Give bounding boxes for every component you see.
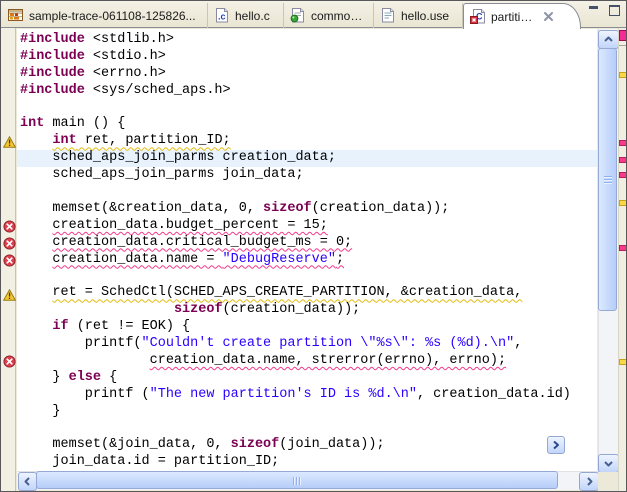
- warning-overview-mark[interactable]: [619, 72, 627, 78]
- code-line-18[interactable]: if (ret != EOK) {: [17, 319, 597, 336]
- error-overview-mark[interactable]: [619, 172, 627, 178]
- blue-chevron-button[interactable]: [547, 436, 565, 454]
- chevron-down-icon: [604, 460, 613, 467]
- tab-hello-use[interactable]: hello.use: [374, 3, 463, 28]
- error-overview-mark[interactable]: [619, 140, 627, 146]
- code-line-3[interactable]: #include <errno.h>: [17, 66, 597, 83]
- code-line-26[interactable]: join_data.id = partition_ID;: [17, 454, 597, 471]
- tab-strip: sample-trace-061108-125826... .c hello.c co…: [2, 3, 581, 28]
- code-line-8[interactable]: sched_aps_join_parms creation_data;: [17, 150, 597, 167]
- error-marker-icon[interactable]: [3, 254, 15, 266]
- thumb-grip: [604, 176, 612, 184]
- code-line-16[interactable]: ret = SchedCtl(SCHED_APS_CREATE_PARTITIO…: [17, 285, 597, 302]
- tab-close-icon[interactable]: [543, 11, 554, 23]
- tab-label: hello.c: [235, 9, 270, 23]
- code-line-7[interactable]: int ret, partition_ID;: [17, 133, 597, 150]
- tab-sample-trace-061108-125826-[interactable]: sample-trace-061108-125826...: [2, 3, 208, 28]
- code-line-24[interactable]: [17, 420, 597, 437]
- text-file-icon: [380, 8, 396, 23]
- maximize-icon[interactable]: [608, 4, 621, 15]
- thumb-grip: [293, 477, 301, 485]
- vertical-scrollbar-thumb[interactable]: [598, 48, 617, 311]
- error-squiggle: creation_data.name = "DebugReserve";: [52, 252, 344, 267]
- code-line-19[interactable]: printf("Couldn't create partition \"%s\"…: [17, 336, 597, 353]
- scroll-down-button[interactable]: [598, 454, 619, 473]
- error-marker-icon[interactable]: [3, 220, 15, 232]
- code-line-20[interactable]: creation_data.name, strerror(errno), err…: [17, 353, 597, 370]
- error-squiggle: creation_data.budget_percent = 15;: [52, 218, 327, 233]
- warning-squiggle: int ret, partition_ID;: [52, 133, 230, 148]
- chevron-right-icon: [586, 477, 593, 486]
- c-file-icon: .c: [214, 8, 230, 23]
- code-area[interactable]: #include <stdlib.h>#include <stdio.h>#in…: [17, 29, 597, 474]
- error-marker-icon[interactable]: [3, 355, 15, 367]
- marker-gutter: [1, 28, 16, 491]
- code-line-22[interactable]: printf ("The new partition's ID is %d.\n…: [17, 387, 597, 404]
- warning-overview-mark[interactable]: [619, 359, 627, 365]
- tab-partitions[interactable]: Cpartitions: [463, 3, 581, 29]
- code-line-9[interactable]: sched_aps_join_parms join_data;: [17, 167, 597, 184]
- trace-grid-icon: [8, 8, 24, 23]
- error-squiggle: creation_data.name, strerror(errno), err…: [150, 353, 506, 368]
- code-line-14[interactable]: creation_data.name = "DebugReserve";: [17, 252, 597, 269]
- tab-hello-c[interactable]: .c hello.c: [208, 3, 284, 28]
- error-indicator-icon[interactable]: [619, 30, 627, 41]
- warning-squiggle: ret = SchedCtl(SCHED_APS_CREATE_PARTITIO…: [52, 285, 522, 300]
- code-line-5[interactable]: [17, 100, 597, 117]
- code-line-11[interactable]: memset(&creation_data, 0, sizeof(creatio…: [17, 201, 597, 218]
- code-line-4[interactable]: #include <sys/sched_aps.h>: [17, 83, 597, 100]
- code-line-23[interactable]: }: [17, 404, 597, 421]
- minimize-icon[interactable]: [588, 4, 601, 15]
- horizontal-scrollbar-thumb[interactable]: [36, 471, 558, 489]
- code-line-2[interactable]: #include <stdio.h>: [17, 49, 597, 66]
- code-line-17[interactable]: sizeof(creation_data));: [17, 302, 597, 319]
- scroll-up-button[interactable]: [598, 30, 619, 49]
- scroll-right-button[interactable]: [579, 472, 599, 491]
- code-line-21[interactable]: } else {: [17, 370, 597, 387]
- error-squiggle: creation_data.critical_budget_ms = 0;: [52, 235, 352, 250]
- c-file-error-icon: C: [470, 9, 486, 24]
- svg-text:.c: .c: [218, 12, 226, 22]
- scroll-left-button[interactable]: [18, 472, 37, 491]
- tab-label: common.mk: [311, 9, 367, 23]
- error-marker-icon[interactable]: [3, 237, 15, 249]
- code-line-13[interactable]: creation_data.critical_budget_ms = 0;: [17, 235, 597, 252]
- editor-tab-bar: sample-trace-061108-125826... .c hello.c co…: [1, 1, 626, 28]
- warning-overview-mark[interactable]: [619, 200, 627, 206]
- tab-label: partitions: [491, 10, 534, 24]
- makefile-icon: [290, 8, 306, 23]
- chevron-right-icon: [551, 440, 561, 450]
- error-overview-mark[interactable]: [619, 245, 627, 251]
- code-line-12[interactable]: creation_data.budget_percent = 15;: [17, 218, 597, 235]
- editor-window: sample-trace-061108-125826... .c hello.c co…: [0, 0, 627, 492]
- tab-label: hello.use: [401, 9, 449, 23]
- overview-ruler[interactable]: [618, 28, 627, 491]
- tab-label: sample-trace-061108-125826...: [29, 9, 196, 23]
- chevron-up-icon: [604, 36, 613, 43]
- error-overview-mark[interactable]: [619, 157, 627, 163]
- view-window-controls: [588, 4, 621, 15]
- warning-marker-icon[interactable]: [3, 288, 15, 300]
- code-line-6[interactable]: int main () {: [17, 116, 597, 133]
- code-line-15[interactable]: [17, 268, 597, 285]
- code-line-25[interactable]: memset(&join_data, 0, sizeof(join_data))…: [17, 437, 597, 454]
- warning-marker-icon[interactable]: [3, 135, 15, 147]
- code-line-1[interactable]: #include <stdlib.h>: [17, 32, 597, 49]
- chevron-left-icon: [24, 477, 31, 486]
- code-line-10[interactable]: [17, 184, 597, 201]
- tab-common-mk[interactable]: common.mk: [284, 3, 374, 28]
- ruler-separator: [619, 45, 627, 46]
